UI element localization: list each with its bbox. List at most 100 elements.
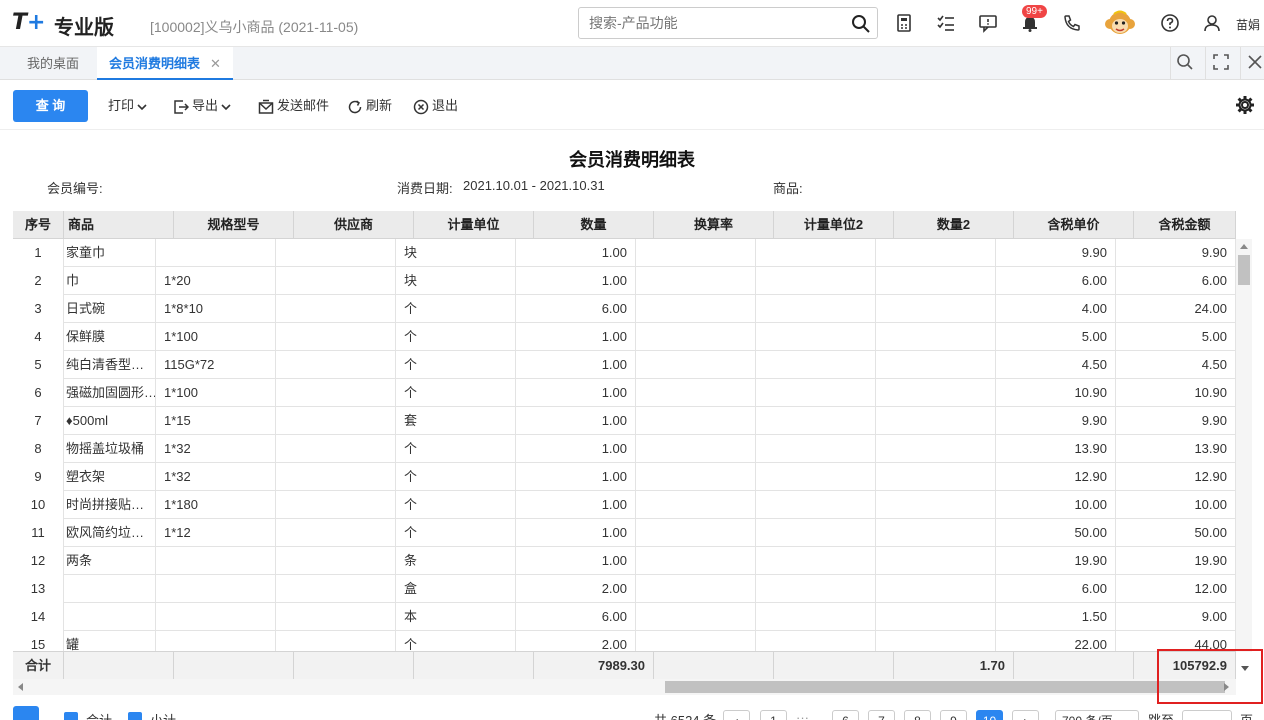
subtotal-checkbox[interactable] (128, 712, 142, 720)
tab-desktop[interactable]: 我的桌面 (27, 47, 79, 80)
calculator-icon[interactable] (894, 13, 916, 35)
tab-member-consumption[interactable]: 会员消费明细表 ✕ (97, 47, 233, 80)
send-email-button[interactable]: 发送邮件 (258, 97, 329, 115)
page-size-select[interactable]: 700 条/页 (1055, 710, 1139, 720)
monkey-avatar-icon[interactable] (1104, 8, 1136, 40)
horizontal-scroll-thumb[interactable] (665, 681, 1225, 693)
help-icon[interactable] (1160, 13, 1182, 35)
product-search[interactable] (578, 7, 878, 39)
row-number: 1 (13, 239, 64, 267)
gear-icon[interactable] (1235, 95, 1255, 118)
refresh-button[interactable]: 刷新 (347, 97, 392, 115)
table-row[interactable]: 5 纯白清香型… 115G*72 个 1.00 4.50 4.50 (13, 351, 1236, 379)
table-cell: 19.90 (996, 547, 1116, 575)
column-header[interactable]: 计量单位 (414, 211, 534, 239)
vertical-scrollbar[interactable] (1236, 239, 1252, 652)
user-icon[interactable] (1202, 13, 1224, 35)
table-cell: 10.90 (996, 379, 1116, 407)
table-cell (276, 519, 396, 547)
table-cell: 12.90 (1116, 463, 1236, 491)
table-row[interactable]: 13 盒 2.00 6.00 12.00 (13, 575, 1236, 603)
search-input[interactable] (579, 8, 839, 38)
total-checkbox[interactable] (64, 712, 78, 720)
table-cell: 4.50 (1116, 351, 1236, 379)
page-ellipsis[interactable]: ··· (796, 710, 809, 720)
table-cell (636, 435, 756, 463)
export-button[interactable]: 导出 (173, 97, 234, 115)
table-cell (636, 295, 756, 323)
table-cell: 个 (396, 435, 516, 463)
column-header[interactable]: 计量单位2 (774, 211, 894, 239)
phone-icon[interactable] (1062, 13, 1084, 35)
username[interactable]: 苗娟 (1236, 16, 1260, 33)
close-all-icon[interactable] (1246, 53, 1264, 73)
table-cell (756, 491, 876, 519)
search-icon[interactable] (851, 14, 871, 37)
table-row[interactable]: 4 保鲜膜 1*100 个 1.00 5.00 5.00 (13, 323, 1236, 351)
table-cell: 6.00 (1116, 267, 1236, 295)
query-button[interactable]: 查 询 (13, 90, 88, 122)
member-id-label: 会员编号: (47, 181, 103, 196)
next-page-button[interactable]: › (1012, 710, 1039, 720)
page-button[interactable]: 7 (868, 710, 895, 720)
page-button[interactable]: 9 (940, 710, 967, 720)
table-cell: 6.00 (516, 603, 636, 631)
column-header[interactable]: 商品 (64, 211, 174, 239)
date-label: 消费日期: (397, 181, 453, 196)
table-cell: 个 (396, 491, 516, 519)
table-row[interactable]: 3 日式碗 1*8*10 个 6.00 4.00 24.00 (13, 295, 1236, 323)
column-header[interactable]: 规格型号 (174, 211, 294, 239)
total-cell (1014, 652, 1134, 679)
column-header[interactable]: 数量 (534, 211, 654, 239)
vertical-scroll-thumb[interactable] (1238, 255, 1250, 285)
table-cell: 1*20 (156, 267, 276, 295)
table-row[interactable]: 12 两条 条 1.00 19.90 19.90 (13, 547, 1236, 575)
table-row[interactable]: 11 欧风简约垃… 1*12 个 1.00 50.00 50.00 (13, 519, 1236, 547)
table-row[interactable]: 6 强磁加固圆形… 1*100 个 1.00 10.90 10.90 (13, 379, 1236, 407)
table-row[interactable]: 2 巾 1*20 块 1.00 6.00 6.00 (13, 267, 1236, 295)
divider (1240, 47, 1241, 80)
horizontal-scrollbar[interactable] (13, 679, 1236, 695)
column-header[interactable]: 含税金额 (1134, 211, 1236, 239)
table-row[interactable]: 9 塑衣架 1*32 个 1.00 12.90 12.90 (13, 463, 1236, 491)
table-row[interactable]: 7 ♦500ml 1*15 套 1.00 9.90 9.90 (13, 407, 1236, 435)
column-header[interactable]: 换算率 (654, 211, 774, 239)
close-icon[interactable]: ✕ (210, 56, 221, 71)
table-cell: 1*15 (156, 407, 276, 435)
table-row[interactable]: 8 物摇盖垃圾桶 1*32 个 1.00 13.90 13.90 (13, 435, 1236, 463)
checklist-icon[interactable] (936, 13, 958, 35)
table-row[interactable]: 1 家童巾 块 1.00 9.90 9.90 (13, 239, 1236, 267)
fullscreen-icon[interactable] (1212, 53, 1232, 73)
table-cell: 日式碗 (64, 295, 156, 323)
table-cell: 6.00 (996, 267, 1116, 295)
column-header[interactable]: 序号 (13, 211, 64, 239)
table-row[interactable]: 14 本 6.00 1.50 9.00 (13, 603, 1236, 631)
page-button-current[interactable]: 10 (976, 710, 1003, 720)
collapse-button[interactable] (13, 706, 39, 720)
table-cell: 5.00 (1116, 323, 1236, 351)
message-icon[interactable] (978, 13, 1000, 35)
total-cell: 1.70 (894, 652, 1014, 679)
tab-search-icon[interactable] (1176, 53, 1196, 73)
page-button[interactable]: 8 (904, 710, 931, 720)
row-number: 2 (13, 267, 64, 295)
table-cell: 本 (396, 603, 516, 631)
column-header[interactable]: 供应商 (294, 211, 414, 239)
column-header[interactable]: 数量2 (894, 211, 1014, 239)
table-cell (756, 323, 876, 351)
prev-page-button[interactable]: ‹ (723, 710, 750, 720)
exit-button[interactable]: 退出 (413, 97, 458, 115)
table-row[interactable]: 10 时尚拼接贴… 1*180 个 1.00 10.00 10.00 (13, 491, 1236, 519)
table-cell: 19.90 (1116, 547, 1236, 575)
page-button[interactable]: 1 (760, 710, 787, 720)
page-button[interactable]: 6 (832, 710, 859, 720)
column-header[interactable]: 含税单价 (1014, 211, 1134, 239)
table-cell (876, 491, 996, 519)
jump-input[interactable] (1182, 710, 1232, 720)
table-cell (276, 351, 396, 379)
table-cell: 个 (396, 351, 516, 379)
print-button[interactable]: 打印 (108, 97, 150, 115)
table-cell: 6.00 (516, 295, 636, 323)
table-cell: 50.00 (996, 519, 1116, 547)
row-number: 12 (13, 547, 64, 575)
